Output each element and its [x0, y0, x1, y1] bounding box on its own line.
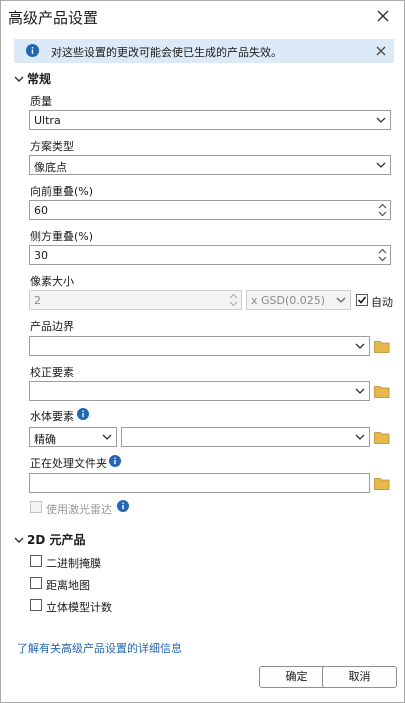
dialog-title: 高级产品设置 — [8, 9, 99, 27]
info-banner: 对这些设置的更改可能会使已生成的产品失效。 — [14, 39, 394, 63]
learn-more-link[interactable]: 了解有关高级产品设置的详细信息 — [17, 640, 182, 656]
pixel-size-input[interactable]: 2 — [29, 290, 242, 310]
auto-label: 自动 — [371, 296, 393, 309]
title-bar: 高级产品设置 — [1, 1, 404, 33]
side-overlap-value: 30 — [34, 249, 48, 262]
product-boundary-dropdown[interactable] — [29, 336, 370, 356]
binary-mask-label: 二进制掩膜 — [46, 557, 101, 570]
chevron-down-icon — [336, 297, 346, 303]
folder-browse-icon[interactable] — [374, 385, 390, 398]
advanced-product-settings-dialog: 高级产品设置 对这些设置的更改可能会使已生成的产品失效。 常规 质量 Ultra… — [0, 0, 405, 703]
distance-map-label: 距离地图 — [46, 579, 90, 592]
chevron-down-icon — [14, 76, 24, 82]
info-icon — [26, 44, 39, 57]
forward-overlap-label: 向前重叠(%) — [30, 185, 94, 198]
chevron-down-icon — [355, 343, 365, 349]
chevron-down-icon — [355, 434, 365, 440]
section-2d-products-title: 2D 元产品 — [27, 533, 86, 547]
checkmark-icon — [357, 296, 367, 304]
folder-browse-icon[interactable] — [374, 340, 390, 353]
section-2d-products-header[interactable]: 2D 元产品 — [14, 531, 86, 548]
chevron-down-icon — [14, 537, 24, 543]
close-icon[interactable] — [374, 7, 392, 25]
pixel-size-value: 2 — [34, 294, 41, 307]
stereo-count-label: 立体模型计数 — [46, 601, 112, 614]
pixel-unit-dropdown[interactable]: x GSD(0.025) — [246, 290, 351, 310]
pixel-size-label: 像素大小 — [30, 275, 74, 288]
dismiss-info-icon[interactable] — [374, 44, 388, 58]
info-icon[interactable] — [109, 455, 121, 467]
forward-overlap-value: 60 — [34, 204, 48, 217]
spinner-icon[interactable] — [229, 292, 238, 308]
folder-browse-icon[interactable] — [374, 431, 390, 444]
processing-folder-input[interactable] — [29, 473, 370, 493]
info-icon[interactable] — [77, 408, 89, 420]
product-boundary-label: 产品边界 — [30, 320, 74, 333]
info-message: 对这些设置的更改可能会使已生成的产品失效。 — [51, 46, 282, 59]
quality-label: 质量 — [30, 95, 52, 108]
info-icon[interactable] — [117, 500, 129, 512]
distance-map-checkbox[interactable] — [30, 577, 42, 589]
cancel-button[interactable]: 取消 — [322, 666, 397, 688]
correction-features-dropdown[interactable] — [29, 381, 370, 401]
water-features-label: 水体要素 — [30, 410, 74, 423]
scenario-dropdown[interactable]: 像底点 — [29, 155, 391, 175]
use-lidar-label: 使用激光雷达 — [46, 503, 112, 516]
binary-mask-checkbox[interactable] — [30, 555, 42, 567]
section-general-header[interactable]: 常规 — [14, 70, 51, 87]
quality-dropdown[interactable]: Ultra — [29, 110, 391, 130]
water-features-dropdown[interactable] — [121, 427, 370, 447]
auto-checkbox[interactable] — [356, 294, 368, 306]
pixel-unit-value: x GSD(0.025) — [251, 294, 326, 307]
stereo-count-checkbox[interactable] — [30, 599, 42, 611]
chevron-down-icon — [376, 117, 386, 123]
water-mode-dropdown[interactable]: 精确 — [29, 427, 117, 447]
side-overlap-label: 侧方重叠(%) — [30, 230, 94, 243]
chevron-down-icon — [376, 162, 386, 168]
chevron-down-icon — [355, 388, 365, 394]
folder-browse-icon[interactable] — [374, 477, 390, 490]
forward-overlap-input[interactable]: 60 — [29, 200, 391, 220]
use-lidar-checkbox[interactable] — [30, 501, 42, 513]
section-general-title: 常规 — [27, 72, 52, 86]
processing-folder-label: 正在处理文件夹 — [30, 457, 107, 470]
spinner-icon[interactable] — [378, 247, 387, 263]
spinner-icon[interactable] — [378, 202, 387, 218]
correction-features-label: 校正要素 — [30, 366, 74, 379]
water-mode-value: 精确 — [34, 433, 56, 446]
chevron-down-icon — [102, 434, 112, 440]
quality-value: Ultra — [34, 114, 61, 127]
scenario-value: 像底点 — [34, 161, 67, 174]
side-overlap-input[interactable]: 30 — [29, 245, 391, 265]
scenario-label: 方案类型 — [30, 140, 74, 153]
